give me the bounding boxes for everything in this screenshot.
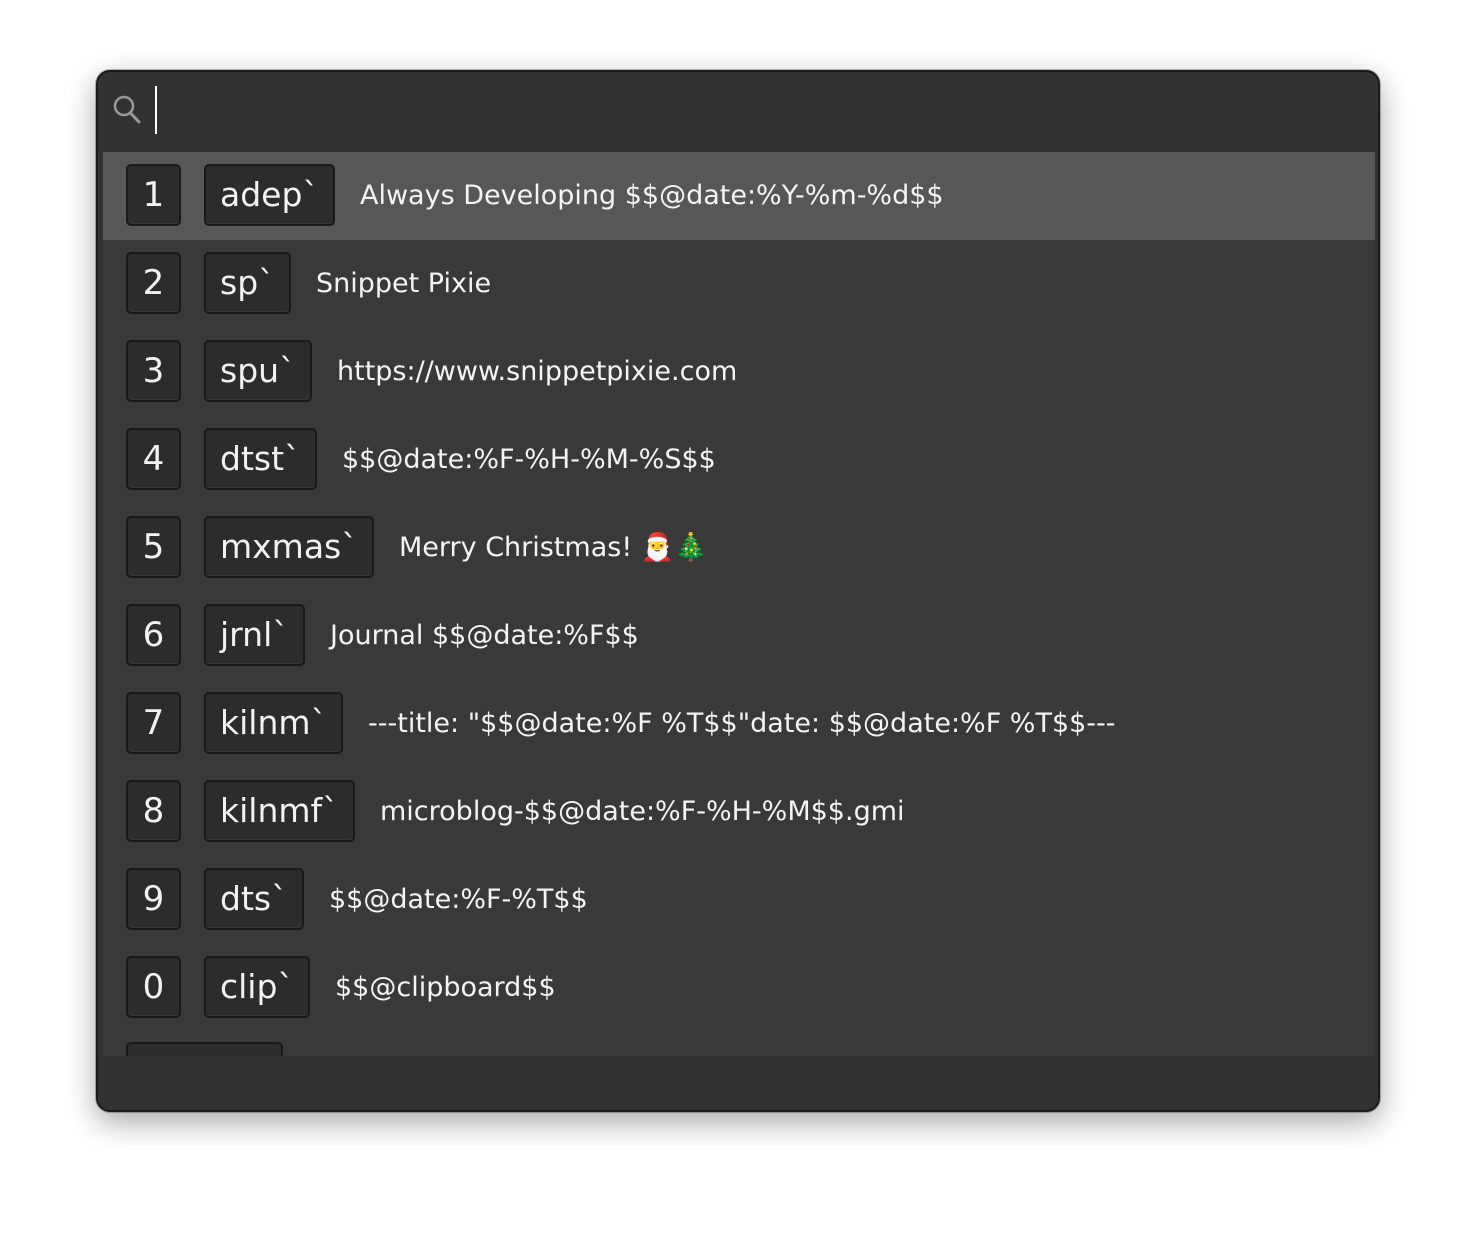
snippet-row[interactable]: 2 sp` Snippet Pixie xyxy=(103,240,1375,328)
snippet-abbreviation: jrnl` xyxy=(204,604,305,666)
snippet-body-text: $$@date:%F-%T$$ xyxy=(329,884,588,915)
snippet-number-key: 7 xyxy=(126,692,181,754)
snippet-number-key: 8 xyxy=(126,780,181,842)
snippet-row[interactable]: 8 kilnmf` microblog-$$@date:%F-%H-%M$$.gmi xyxy=(103,768,1375,856)
snippet-abbreviation: dts` xyxy=(204,868,304,930)
snippet-list[interactable]: 1 adep` Always Developing $$@date:%Y-%m-%d… xyxy=(103,152,1375,1056)
snippet-abbreviation: clip` xyxy=(204,956,310,1018)
snippet-row[interactable]: 0 clip` $$@clipboard$$ xyxy=(103,944,1375,1032)
snippet-search-window: 1 adep` Always Developing $$@date:%Y-%m-%d… xyxy=(96,70,1380,1112)
snippet-abbreviation: spu` xyxy=(204,340,312,402)
snippet-body-text: Always Developing $$@date:%Y-%m-%d$$ xyxy=(360,180,944,211)
snippet-number-key: 0 xyxy=(126,956,181,1018)
search-input[interactable] xyxy=(150,86,1350,136)
snippet-number-key: 9 xyxy=(126,868,181,930)
snippet-abbreviation: adep` xyxy=(204,164,335,226)
snippet-body-text: Journal $$@date:%F$$ xyxy=(330,620,639,651)
snippet-body-text: ---title: "$$@date:%F %T$$"date: $$@date… xyxy=(368,708,1116,739)
snippet-body-text: $$@clipboard$$ xyxy=(335,972,556,1003)
snippet-row[interactable]: 5 mxmas` Merry Christmas! 🎅🎄 xyxy=(103,504,1375,592)
snippet-row[interactable]: 4 dtst` $$@date:%F-%H-%M-%S$$ xyxy=(103,416,1375,504)
snippet-row[interactable]: 9 dts` $$@date:%F-%T$$ xyxy=(103,856,1375,944)
snippet-number-key: 2 xyxy=(126,252,181,314)
snippet-number-key: 3 xyxy=(126,340,181,402)
snippet-row[interactable]: 3 spu` https://www.snippetpixie.com xyxy=(103,328,1375,416)
snippet-abbreviation: kilnm` xyxy=(204,692,344,754)
text-cursor xyxy=(155,86,157,134)
snippet-row[interactable]: 6 jrnl` Journal $$@date:%F$$ xyxy=(103,592,1375,680)
snippet-abbreviation: mxmas` xyxy=(204,516,374,578)
snippet-abbreviation: dtst` xyxy=(204,428,317,490)
window-footer xyxy=(98,1056,1378,1110)
snippet-body-text: Merry Christmas! 🎅🎄 xyxy=(399,532,708,563)
snippet-number-key: 6 xyxy=(126,604,181,666)
snippet-number-key: 4 xyxy=(126,428,181,490)
snippet-row[interactable]: 1 adep` Always Developing $$@date:%Y-%m-%d… xyxy=(103,152,1375,240)
snippet-body-text: https://www.snippetpixie.com xyxy=(337,356,738,387)
partial-keycap-next-row xyxy=(126,1042,283,1056)
snippet-row[interactable]: 7 kilnm` ---title: "$$@date:%F %T$$"date: … xyxy=(103,680,1375,768)
snippet-body-text: Snippet Pixie xyxy=(316,268,492,299)
snippet-number-key: 1 xyxy=(126,164,181,226)
snippet-body-text: microblog-$$@date:%F-%H-%M$$.gmi xyxy=(380,796,905,827)
snippet-abbreviation: sp` xyxy=(204,252,291,314)
snippet-abbreviation: kilnmf` xyxy=(204,780,355,842)
search-icon xyxy=(113,95,141,124)
search-bar xyxy=(98,72,1378,152)
snippet-body-text: $$@date:%F-%H-%M-%S$$ xyxy=(342,444,716,475)
snippet-number-key: 5 xyxy=(126,516,181,578)
